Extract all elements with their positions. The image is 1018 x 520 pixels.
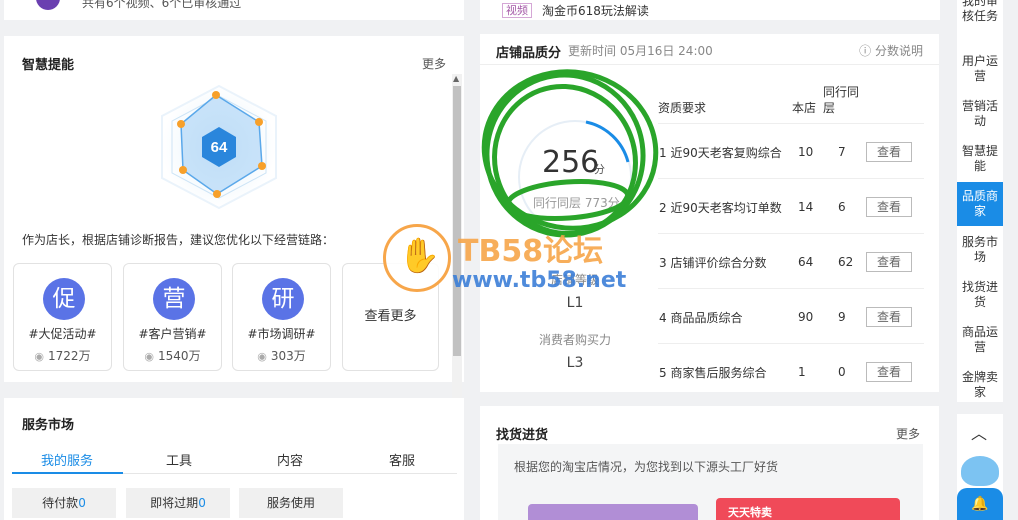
- radar-score: 64: [211, 139, 228, 156]
- active-tab-indicator: [12, 472, 123, 474]
- card-tag: #客户营销#: [138, 327, 207, 341]
- table-row: 1 近90天老客复购综合 10 7 查看: [658, 123, 924, 178]
- header-mine: 本店: [792, 101, 817, 115]
- chain-card-research[interactable]: 研 #市场调研# ◉ 303万: [232, 263, 331, 371]
- expiring-soon-button[interactable]: 即将过期0: [126, 488, 230, 518]
- news-strip: 视频 淘金币618玩法解读: [480, 0, 940, 20]
- more-link[interactable]: 更多: [422, 55, 446, 72]
- sidebar-item-marketing[interactable]: 营销活动: [957, 99, 1003, 129]
- more-link[interactable]: 更多: [896, 425, 920, 442]
- sidebar-item-quality[interactable]: 品质商家: [957, 182, 1003, 226]
- view-button[interactable]: 查看: [866, 307, 912, 327]
- sidebar-item-product-ops[interactable]: 商品运营: [957, 325, 1003, 355]
- promo-icon: 促: [43, 278, 85, 320]
- row-peer: 0: [838, 365, 846, 379]
- row-name: 4 商品品质综合: [659, 311, 743, 325]
- view-count: 303万: [270, 349, 306, 363]
- sidebar-item-review-tasks[interactable]: 我的审核任务: [957, 0, 1003, 40]
- view-count: 1722万: [48, 349, 91, 363]
- right-sidebar: 我的审核任务 用户运营 营销活动 智慧提能 品质商家 服务市场 找货进货 商品运…: [957, 0, 1003, 402]
- view-button[interactable]: 查看: [866, 362, 912, 382]
- video-tag: 视频: [502, 3, 532, 18]
- chevron-up-icon[interactable]: ︿: [971, 420, 987, 444]
- panel-title: 找货进货: [496, 428, 549, 443]
- annotation-scribble: [481, 69, 659, 238]
- scrollbar-thumb[interactable]: [453, 86, 461, 356]
- sidebar-item-user-ops[interactable]: 用户运营: [957, 54, 1003, 84]
- info-icon: ⓘ: [859, 44, 875, 58]
- row-name: 3 店铺评价综合分数: [659, 256, 767, 270]
- eye-icon: ◉: [34, 350, 45, 363]
- tab-content[interactable]: 内容: [235, 450, 345, 469]
- side-tools: ︿ 🔔: [957, 414, 1003, 520]
- sidebar-item-sourcing[interactable]: 找货进货: [957, 280, 1003, 310]
- hand-icon: ✋: [398, 236, 441, 276]
- service-usage-button[interactable]: 服务使用: [239, 488, 343, 518]
- row-name: 5 商家售后服务综合: [659, 366, 767, 380]
- card-tag: #大促活动#: [28, 327, 97, 341]
- radar-point: [212, 91, 220, 99]
- radar-point: [179, 166, 187, 174]
- smart-panel: 智慧提能 更多 64 作为店长，根据店铺诊断报告，建议您优化以下经营链路： 促 …: [4, 36, 464, 414]
- row-mine: 14: [798, 200, 814, 214]
- buying-power-label: 消费者购买力: [538, 333, 611, 347]
- radar-point: [258, 162, 266, 170]
- panel-title: 智慧提能: [22, 58, 75, 73]
- tab-my-services[interactable]: 我的服务: [12, 450, 122, 469]
- scroll-up-icon[interactable]: ▲: [453, 74, 459, 83]
- row-mine: 90: [798, 310, 814, 324]
- chain-card-promo[interactable]: 促 #大促活动# ◉ 1722万: [13, 263, 112, 371]
- card-tag: #市场调研#: [247, 327, 316, 341]
- mascot-icon[interactable]: [961, 456, 999, 486]
- tab-tools[interactable]: 工具: [124, 450, 234, 469]
- row-mine: 64: [798, 255, 814, 269]
- pending-payment-button[interactable]: 待付款0: [12, 488, 116, 518]
- marketing-icon: 营: [153, 278, 195, 320]
- row-mine: 10: [798, 145, 814, 159]
- table-row: 4 商品品质综合 90 9 查看: [658, 288, 924, 343]
- radar-point: [213, 190, 221, 198]
- watermark-url: www.tb58.net: [452, 268, 627, 293]
- view-count: 1540万: [158, 349, 201, 363]
- score-explain-link[interactable]: ⓘ 分数说明: [859, 42, 923, 59]
- sourcing-panel: 找货进货 更多 根据您的淘宝店情况，为您找到以下源头工厂好货 天天特卖: [480, 406, 939, 520]
- eye-icon: ◉: [257, 350, 267, 363]
- news-link[interactable]: 淘金币618玩法解读: [542, 2, 649, 19]
- row-peer: 62: [838, 255, 854, 269]
- eye-icon: ◉: [144, 350, 155, 363]
- video-summary-strip: 共有6个视频、6个已审核通过: [4, 0, 464, 20]
- sourcing-desc: 根据您的淘宝店情况，为您找到以下源头工厂好货: [514, 460, 779, 474]
- view-button[interactable]: 查看: [866, 142, 912, 162]
- tab-customer-service[interactable]: 客服: [347, 450, 457, 469]
- advice-text: 作为店长，根据店铺诊断报告，建议您优化以下经营链路：: [22, 233, 335, 247]
- table-row: 2 近90天老客均订单数 14 6 查看: [658, 178, 924, 233]
- radar-chart: 64: [161, 84, 277, 210]
- avatar: [36, 0, 60, 10]
- promo-image[interactable]: 天天特卖: [716, 498, 900, 520]
- watermark-title: TB58论坛: [458, 234, 604, 269]
- chain-card-marketing[interactable]: 营 #客户营销# ◉ 1540万: [123, 263, 222, 371]
- table-row: 5 商家售后服务综合 1 0 查看: [658, 343, 924, 398]
- row-mine: 1: [798, 365, 806, 379]
- sidebar-item-smart[interactable]: 智慧提能: [957, 144, 1003, 174]
- row-peer: 7: [838, 145, 846, 159]
- row-peer: 6: [838, 200, 846, 214]
- view-button[interactable]: 查看: [866, 252, 912, 272]
- table-row: 3 店铺评价综合分数 64 62 查看: [658, 233, 924, 288]
- row-peer: 9: [838, 310, 846, 324]
- research-icon: 研: [262, 278, 304, 320]
- radar-point: [177, 120, 185, 128]
- video-summary-text: 共有6个视频、6个已审核通过: [82, 0, 242, 10]
- panel-title: 服务市场: [22, 418, 75, 433]
- store-level-value: L1: [566, 295, 584, 311]
- view-button[interactable]: 查看: [866, 197, 912, 217]
- sidebar-item-gold-seller[interactable]: 金牌卖家: [957, 370, 1003, 400]
- service-market-panel: 服务市场 我的服务 工具 内容 客服 待付款0 即将过期0 服务使用: [4, 398, 464, 520]
- radar-point: [255, 118, 263, 126]
- product-image[interactable]: [528, 504, 698, 520]
- sidebar-item-service-market[interactable]: 服务市场: [957, 235, 1003, 265]
- bell-icon[interactable]: 🔔: [957, 488, 1003, 520]
- buying-power-value: L3: [566, 355, 584, 371]
- header-peer: 同行同层: [823, 85, 860, 115]
